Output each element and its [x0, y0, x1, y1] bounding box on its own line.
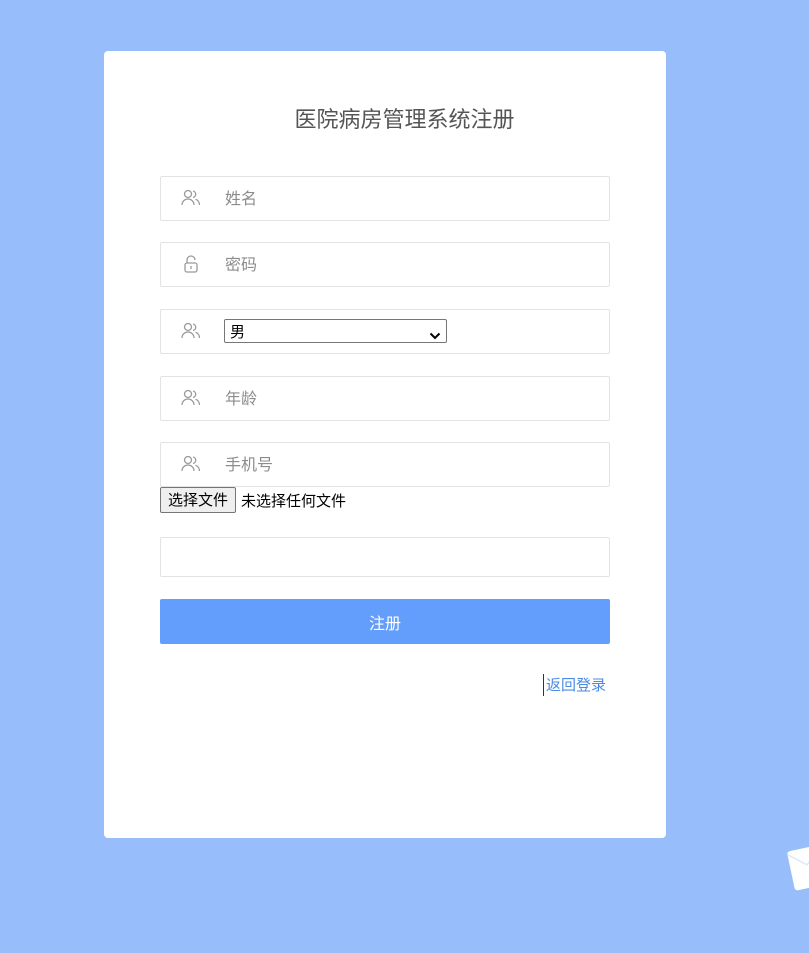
password-input[interactable] [225, 243, 595, 286]
page-title: 医院病房管理系统注册 [294, 108, 515, 133]
chevron-down-icon [429, 326, 441, 340]
file-status-text: 未选择任何文件 [241, 491, 347, 510]
age-input[interactable] [225, 377, 595, 420]
users-icon [181, 188, 201, 208]
users-icon [181, 388, 201, 408]
name-field[interactable] [160, 176, 610, 221]
name-input[interactable] [225, 177, 595, 220]
age-field[interactable] [160, 376, 610, 421]
choose-file-button[interactable]: 选择文件 [160, 487, 237, 513]
register-button[interactable]: 注册 [160, 599, 610, 644]
back-to-login-link[interactable]: 返回登录 [543, 674, 606, 696]
users-icon [181, 454, 201, 474]
file-upload: 选择文件 未选择任何文件 [160, 486, 346, 514]
register-page: 医院病房管理系统注册 姓名 男 年龄 手机号 选择文件 未选择任何文件 注册 返… [0, 0, 809, 953]
gender-select-value: 男 [230, 323, 246, 341]
envelope-icon [786, 838, 809, 892]
gender-field: 男 [160, 309, 610, 354]
phone-field[interactable] [160, 442, 610, 487]
lock-icon [181, 254, 201, 274]
phone-input[interactable] [225, 443, 595, 486]
blank-field[interactable] [160, 537, 610, 577]
gender-select[interactable]: 男 [224, 319, 447, 343]
password-field[interactable] [160, 242, 610, 287]
users-icon [181, 321, 201, 341]
